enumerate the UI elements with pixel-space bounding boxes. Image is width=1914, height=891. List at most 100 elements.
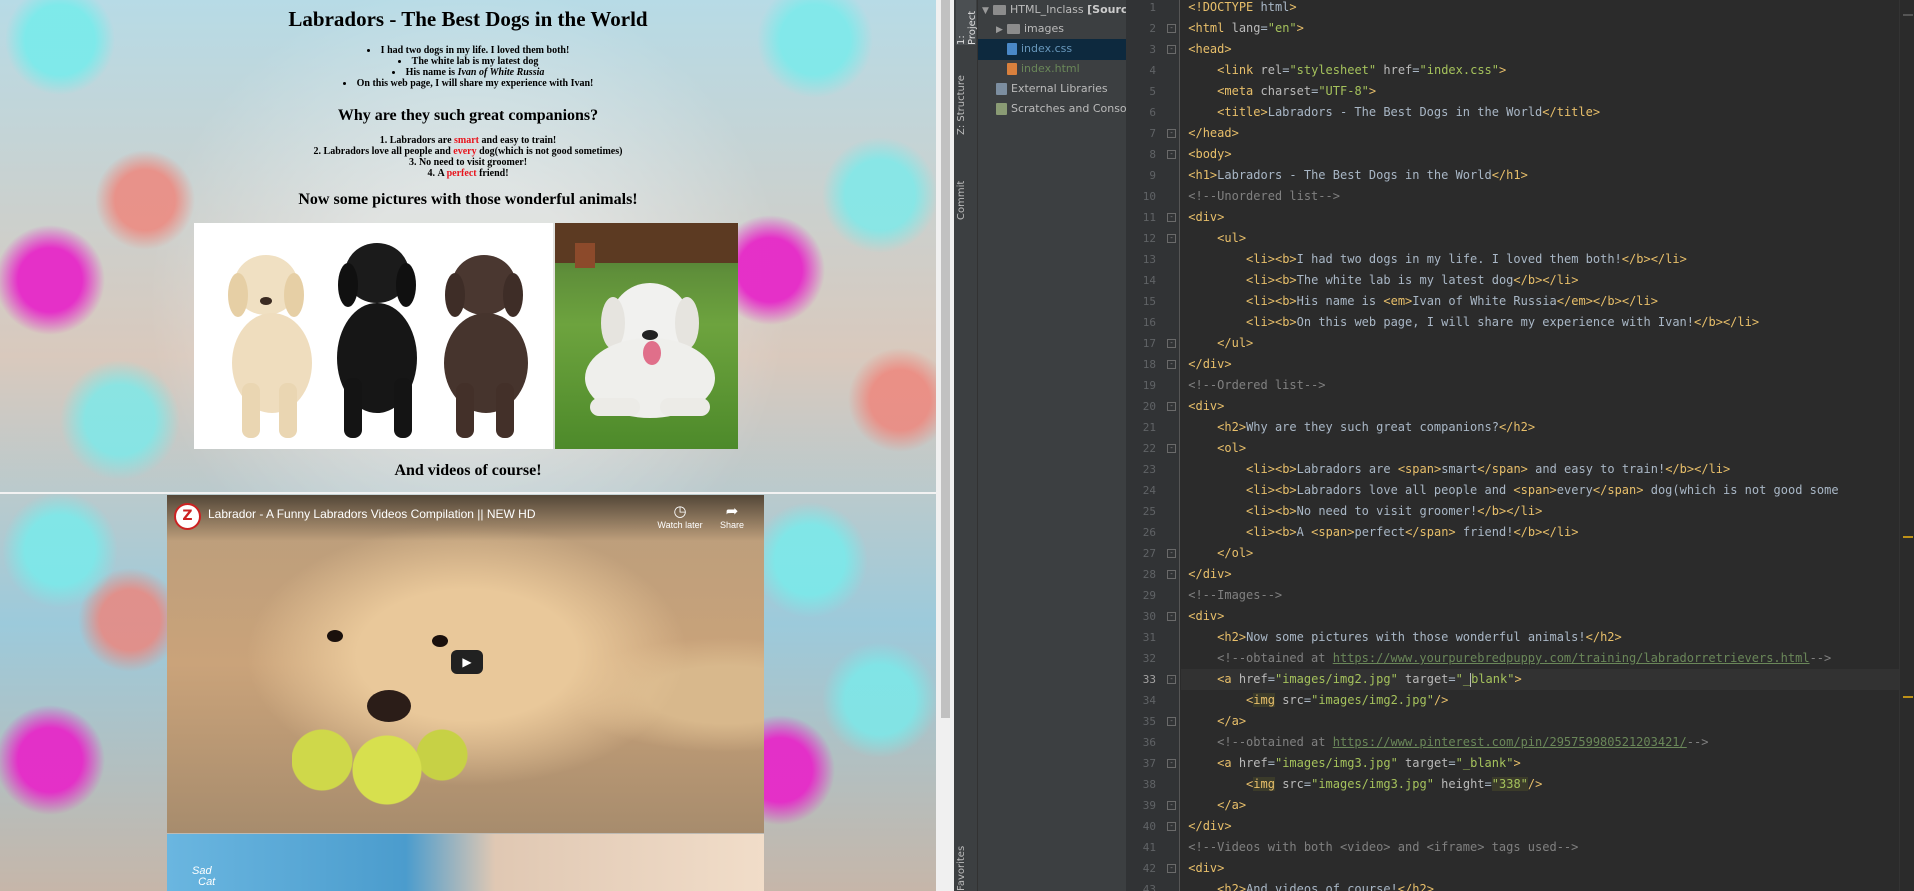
code-line[interactable]: <img src="images/img2.jpg"/> bbox=[1181, 690, 1899, 711]
fold-toggle-icon[interactable]: - bbox=[1167, 45, 1176, 54]
channel-logo-icon[interactable]: Z bbox=[174, 503, 201, 530]
fold-toggle-icon[interactable]: - bbox=[1167, 213, 1176, 222]
code-line[interactable]: </head> bbox=[1181, 123, 1899, 144]
code-editor[interactable]: <!DOCTYPE html> <html lang="en"> <head> … bbox=[1181, 0, 1899, 891]
line-number: 12 bbox=[1142, 232, 1156, 245]
watch-later-button[interactable]: ◷ Watch later bbox=[655, 503, 705, 530]
code-line[interactable]: </div> bbox=[1181, 354, 1899, 375]
code-line[interactable]: <head> bbox=[1181, 39, 1899, 60]
fold-toggle-icon[interactable]: - bbox=[1167, 24, 1176, 33]
tree-item-index-html[interactable]: index.html bbox=[978, 59, 1126, 80]
fold-toggle-icon[interactable]: - bbox=[1167, 759, 1176, 768]
code-line[interactable]: <li><b>No need to visit groomer!</b></li… bbox=[1181, 501, 1899, 522]
code-line[interactable]: <h2>Why are they such great companions?<… bbox=[1181, 417, 1899, 438]
video-title[interactable]: Labrador - A Funny Labradors Videos Comp… bbox=[208, 507, 536, 521]
code-line[interactable]: <li><b>His name is <em>Ivan of White Rus… bbox=[1181, 291, 1899, 312]
fold-toggle-icon[interactable]: - bbox=[1167, 549, 1176, 558]
white-labrador-image-link[interactable] bbox=[555, 223, 738, 449]
code-line[interactable]: <a href="images/img3.jpg" target="_blank… bbox=[1181, 753, 1899, 774]
html-file-icon bbox=[1007, 63, 1017, 75]
code-line[interactable]: <!--Videos with both <video> and <iframe… bbox=[1181, 837, 1899, 858]
code-line[interactable]: <a href="images/img2.jpg" target="_blank… bbox=[1181, 669, 1899, 690]
tool-tab-project[interactable]: 1: Project bbox=[956, 0, 978, 45]
tool-tab-structure[interactable]: Z: Structure bbox=[956, 65, 976, 135]
tool-tab-favorites[interactable]: Favorites bbox=[956, 846, 976, 891]
second-video[interactable]: Sad Cat bbox=[167, 834, 764, 891]
tool-tab-commit[interactable]: Commit bbox=[956, 160, 976, 220]
browser-scrollbar-thumb[interactable] bbox=[941, 0, 950, 718]
code-line[interactable]: <ul> bbox=[1181, 228, 1899, 249]
dog-eye bbox=[432, 635, 448, 647]
youtube-video-player[interactable]: Z Labrador - A Funny Labradors Videos Co… bbox=[167, 495, 764, 833]
code-line[interactable]: <!--obtained at https://www.pinterest.co… bbox=[1181, 732, 1899, 753]
fold-toggle-icon[interactable]: - bbox=[1167, 444, 1176, 453]
fold-toggle-icon[interactable]: - bbox=[1167, 801, 1176, 810]
line-number: 31 bbox=[1142, 631, 1156, 644]
list-item: No need to visit groomer! bbox=[0, 157, 936, 168]
fold-toggle-icon[interactable]: - bbox=[1167, 360, 1176, 369]
line-number: 10 bbox=[1142, 190, 1156, 203]
code-line[interactable]: </ul> bbox=[1181, 333, 1899, 354]
code-line[interactable]: <!DOCTYPE html> bbox=[1181, 0, 1899, 18]
code-line[interactable]: <h2>Now some pictures with those wonderf… bbox=[1181, 627, 1899, 648]
line-number: 18 bbox=[1142, 358, 1156, 371]
code-line[interactable]: <li><b>A <span>perfect</span> friend!</b… bbox=[1181, 522, 1899, 543]
tree-item-external-libraries[interactable]: External Libraries bbox=[978, 79, 1126, 100]
code-line[interactable]: </ol> bbox=[1181, 543, 1899, 564]
tree-item-scratches[interactable]: Scratches and Conso bbox=[978, 99, 1126, 120]
code-line[interactable]: <div> bbox=[1181, 858, 1899, 879]
fold-toggle-icon[interactable]: - bbox=[1167, 402, 1176, 411]
three-puppies-image-link[interactable] bbox=[194, 223, 553, 449]
code-line[interactable]: </div> bbox=[1181, 816, 1899, 837]
companions-heading: Why are they such great companions? bbox=[337, 107, 599, 124]
fold-toggle-icon[interactable]: - bbox=[1167, 234, 1176, 243]
fold-toggle-icon[interactable]: - bbox=[1167, 717, 1176, 726]
code-line[interactable]: <h2>And videos of course!</h2> bbox=[1181, 879, 1899, 891]
code-line[interactable]: </a> bbox=[1181, 711, 1899, 732]
code-line[interactable]: <link rel="stylesheet" href="index.css"> bbox=[1181, 60, 1899, 81]
fold-toggle-icon[interactable]: - bbox=[1167, 570, 1176, 579]
tree-item-index-css[interactable]: index.css bbox=[978, 39, 1126, 60]
line-number: 34 bbox=[1142, 694, 1156, 707]
fold-toggle-icon[interactable]: - bbox=[1167, 864, 1176, 873]
line-number: 7 bbox=[1149, 127, 1156, 140]
code-line[interactable]: <!--obtained at https://www.yourpurebred… bbox=[1181, 648, 1899, 669]
scroll-marker bbox=[1903, 14, 1913, 16]
code-line[interactable]: <div> bbox=[1181, 606, 1899, 627]
code-line[interactable]: </a> bbox=[1181, 795, 1899, 816]
fold-toggle-icon[interactable]: - bbox=[1167, 822, 1176, 831]
fold-toggle-icon[interactable]: - bbox=[1167, 129, 1176, 138]
play-button[interactable]: ▶ bbox=[451, 650, 483, 674]
fold-toggle-icon[interactable]: - bbox=[1167, 675, 1176, 684]
library-icon bbox=[996, 83, 1007, 95]
code-line[interactable]: <ol> bbox=[1181, 438, 1899, 459]
code-line[interactable]: <title>Labradors - The Best Dogs in the … bbox=[1181, 102, 1899, 123]
code-line[interactable]: </div> bbox=[1181, 564, 1899, 585]
tree-item-images[interactable]: ▶ images bbox=[978, 19, 1126, 40]
code-line[interactable]: <meta charset="UTF-8"> bbox=[1181, 81, 1899, 102]
code-line[interactable]: <li><b>I had two dogs in my life. I love… bbox=[1181, 249, 1899, 270]
share-button[interactable]: ➦ Share bbox=[716, 503, 748, 530]
editor-scrollbar[interactable] bbox=[1899, 0, 1914, 891]
code-line[interactable]: <!--Ordered list--> bbox=[1181, 375, 1899, 396]
code-line[interactable]: <html lang="en"> bbox=[1181, 18, 1899, 39]
ordered-list: Labradors are smart and easy to train! L… bbox=[0, 135, 936, 179]
fold-toggle-icon[interactable]: - bbox=[1167, 612, 1176, 621]
code-line[interactable]: <body> bbox=[1181, 144, 1899, 165]
fold-toggle-icon[interactable]: - bbox=[1167, 150, 1176, 159]
list-item: His name is Ivan of White Russia bbox=[308, 67, 628, 78]
code-line[interactable]: <h1>Labradors - The Best Dogs in the Wor… bbox=[1181, 165, 1899, 186]
tennis-balls bbox=[292, 715, 472, 805]
fold-toggle-icon[interactable]: - bbox=[1167, 339, 1176, 348]
code-line[interactable]: <img src="images/img3.jpg" height="338"/… bbox=[1181, 774, 1899, 795]
line-number: 2 bbox=[1149, 22, 1156, 35]
code-line[interactable]: <li><b>On this web page, I will share my… bbox=[1181, 312, 1899, 333]
code-line[interactable]: <li><b>Labradors are <span>smart</span> … bbox=[1181, 459, 1899, 480]
code-line[interactable]: <div> bbox=[1181, 207, 1899, 228]
code-line[interactable]: <li><b>The white lab is my latest dog</b… bbox=[1181, 270, 1899, 291]
code-line[interactable]: <li><b>Labradors love all people and <sp… bbox=[1181, 480, 1899, 501]
code-line[interactable]: <!--Images--> bbox=[1181, 585, 1899, 606]
code-line[interactable]: <!--Unordered list--> bbox=[1181, 186, 1899, 207]
tree-item-root[interactable]: ▼ HTML_Inclass [Sourc bbox=[978, 0, 1126, 21]
code-line[interactable]: <div> bbox=[1181, 396, 1899, 417]
